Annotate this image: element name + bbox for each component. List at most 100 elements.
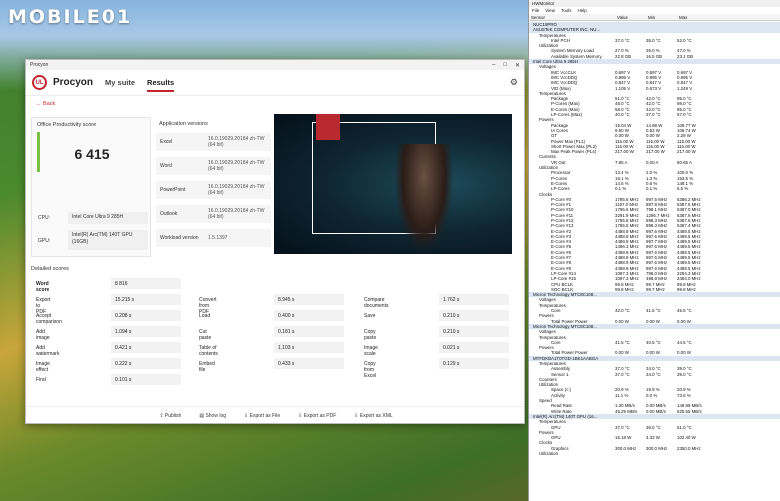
sensor-tree: NUC15PRO ASUSTeK COMPUTER INC. NU... Tempe… [529, 22, 780, 456]
score-value: 0.433 s [274, 358, 344, 369]
score-value: 6 415 [74, 146, 110, 162]
sensor-max [677, 451, 708, 456]
show-log-button[interactable]: ▤ Show log [199, 413, 226, 419]
minimize-icon[interactable]: – [492, 62, 495, 69]
app-row: PowerPoint 16.0.19029.20184 zh-TW (64 bit… [156, 181, 271, 199]
score-label: Find [36, 377, 46, 383]
export-xml-label: Export as XML [359, 412, 393, 419]
score-label: Image scale [364, 345, 378, 357]
app-row: Excel 16.0.19029.20184 zh-TW (64 bit) [156, 133, 271, 151]
score-label: Copy from Excel [364, 361, 377, 379]
cpu-label: CPU: [38, 215, 50, 221]
sensor-value [615, 451, 646, 456]
score-label: Add image [36, 329, 50, 341]
window-titlebar: Procyon – □ ✕ [26, 60, 524, 70]
score-value: 0.400 s [274, 310, 344, 321]
score-value: 0.210 s [439, 326, 509, 337]
score-card: Office Productivity score 6 415 CPU: Int… [31, 117, 151, 257]
col-max[interactable]: Max [677, 14, 708, 20]
app-versions-title: Application versions [159, 121, 208, 127]
score-value: 8 816 [111, 278, 181, 289]
back-label: Back [43, 101, 56, 107]
app-name-label: PowerPoint [160, 187, 186, 193]
score-value: 0.210 s [439, 310, 509, 321]
hero-figure [394, 144, 454, 254]
procyon-window: Procyon – □ ✕ UL Procyon My suite Result… [25, 59, 525, 424]
app-version: 16.0.19029.20184 zh-TW (64 bit) [208, 136, 265, 148]
score-label: Add watermark [36, 345, 60, 357]
tab-my-suite[interactable]: My suite [105, 78, 135, 87]
app-name-label: Outlook [160, 211, 178, 217]
hw-column-headers: Sensor Value Min Max [529, 14, 780, 21]
sensor-row[interactable]: Utilization [529, 451, 780, 456]
app-version: 16.0.19029.20184 zh-TW (64 bit) [208, 208, 265, 220]
export-file-label: Export as File [249, 412, 281, 419]
score-title: Office Productivity score [37, 122, 97, 128]
score-label: Accept comparison [36, 313, 62, 325]
col-value[interactable]: Value [615, 14, 646, 20]
score-value: 0.129 s [439, 358, 509, 369]
show-log-label: Show log [205, 412, 227, 419]
app-name-label: Excel [160, 139, 173, 145]
score-label: Save [364, 313, 376, 319]
app-version: 16.0.19029.20184 zh-TW (64 bit) [208, 160, 265, 172]
ul-logo-icon: UL [32, 75, 47, 90]
export-xml-button[interactable]: ⇩ Export as XML [354, 413, 392, 419]
score-label: Compare documents [364, 297, 389, 309]
app-version: 1.5.1397 [208, 235, 228, 241]
hero-image [274, 114, 512, 254]
score-value: 1.103 s [274, 342, 344, 353]
score-value: 0.101 s [111, 374, 181, 385]
export-pdf-label: Export as PDF [303, 412, 337, 419]
score-value: 0.181 s [274, 326, 344, 337]
detailed-scores-title: Detailed scores [31, 266, 69, 272]
app-name: Procyon [53, 77, 94, 88]
publish-label: Publish [164, 412, 182, 419]
watermark-logo: MOBILE01 [8, 6, 133, 28]
score-label: Embed file [199, 361, 215, 373]
cpu-value: Intel Core Ultra 9 285H [68, 212, 148, 224]
export-pdf-button[interactable]: ⇩ Export as PDF [298, 413, 336, 419]
hwmonitor-window: HWMonitor File View Tools Help Sensor Value… [528, 0, 780, 501]
score-label: Image effect [36, 361, 50, 373]
app-versions-panel: Application versions Excel 16.0.19029.201… [156, 117, 271, 257]
export-file-button[interactable]: ⇩ Export as File [244, 413, 280, 419]
app-header: UL Procyon My suite Results ⚙ [26, 70, 524, 96]
score-value: 1.762 s [439, 294, 509, 305]
score-value: 8.945 s [274, 294, 344, 305]
app-name-label: Workload version [160, 235, 199, 241]
score-value: 0.021 s [439, 342, 509, 353]
close-icon[interactable]: ✕ [515, 62, 520, 69]
score-label: Copy paste [364, 329, 377, 341]
tab-results[interactable]: Results [147, 78, 175, 92]
maximize-icon[interactable]: □ [503, 62, 507, 69]
score-value: 0.421 s [111, 342, 181, 353]
col-min[interactable]: Min [646, 14, 677, 20]
app-version: 16.0.19029.20184 zh-TW (64 bit) [208, 184, 265, 196]
document-icon [316, 114, 340, 140]
score-label: Word score [36, 281, 50, 293]
hw-menu-item[interactable]: Help [577, 8, 586, 13]
publish-button[interactable]: ⇪ Publish [159, 413, 181, 419]
score-value: 1.094 s [111, 326, 181, 337]
hw-menubar: File View Tools Help [529, 7, 780, 14]
score-value: 0.208 s [111, 310, 181, 321]
hw-menu-item[interactable]: Tools [561, 8, 572, 13]
score-label: Table of contents [199, 345, 218, 357]
sensor-min [646, 451, 677, 456]
sensor-name: Utilization [539, 451, 559, 457]
app-name-label: Word [160, 163, 172, 169]
gpu-label: GPU: [38, 238, 51, 244]
hw-menu-item[interactable]: File [532, 8, 539, 13]
score-value: 0.222 s [111, 358, 181, 369]
app-row: Outlook 16.0.19029.20184 zh-TW (64 bit) [156, 205, 271, 223]
score-label: Load [199, 313, 211, 319]
app-row: Word 16.0.19029.20184 zh-TW (64 bit) [156, 157, 271, 175]
hw-titlebar: HWMonitor [529, 0, 780, 7]
footer-toolbar: ⇪ Publish ▤ Show log ⇩ Export as File ⇩ … [26, 406, 524, 423]
back-link[interactable]: ← Back [36, 101, 55, 107]
score-label: Cut paste [199, 329, 212, 341]
hw-menu-item[interactable]: View [545, 8, 555, 13]
gear-icon[interactable]: ⚙ [510, 77, 518, 88]
col-sensor[interactable]: Sensor [529, 14, 615, 20]
